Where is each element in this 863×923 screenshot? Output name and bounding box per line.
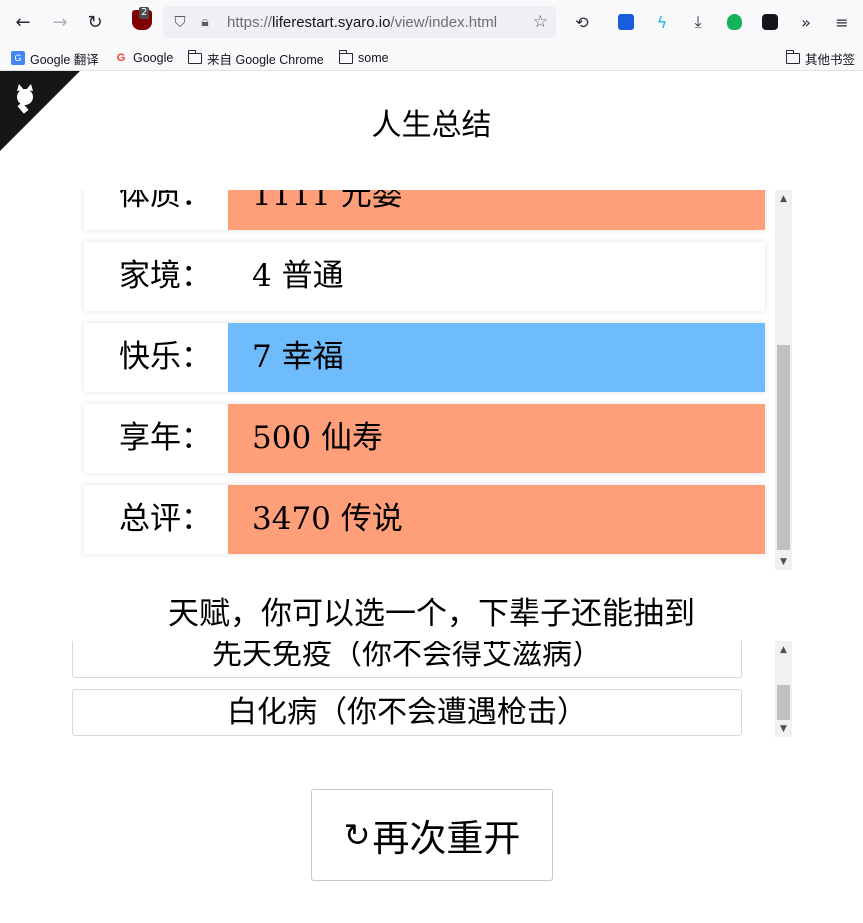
url-host: liferestart.syaro.io: [272, 13, 391, 31]
summary-label: 家境：: [119, 258, 212, 294]
summary-panel[interactable]: 体质： 1111 元婴 家境： 4 普通 快乐： 7 幸福 享年： 500 仙寿…: [80, 190, 792, 570]
summary-value: 3470 传说: [228, 485, 765, 554]
summary-row-overall: 总评： 3470 传说: [84, 485, 765, 554]
talent-list[interactable]: 先天免疫（你不会得艾滋病） 白化病（你不会遭遇枪击）: [72, 641, 792, 737]
bookmark-folder-some[interactable]: some: [339, 48, 389, 68]
restart-button[interactable]: ↻ 再次重开: [311, 789, 553, 881]
scrollbar-thumb[interactable]: [777, 345, 790, 550]
back-icon[interactable]: ←: [8, 7, 38, 37]
talent-item[interactable]: 先天免疫（你不会得艾滋病）: [72, 641, 742, 678]
url-text[interactable]: https://liferestart.syaro.io/view/index.…: [227, 14, 497, 31]
ublock-badge: 2: [139, 7, 150, 19]
google-translate-icon: G: [10, 50, 26, 66]
bookmark-star-icon[interactable]: ☆: [533, 12, 548, 32]
lightning-icon[interactable]: ϟ: [646, 7, 678, 37]
browser-toolbar: ← → ↻ 2 ⛉ 🔒︎ https://liferestart.syaro.i…: [0, 0, 863, 44]
bookmark-label: 来自 Google Chrome: [207, 52, 324, 67]
summary-row-family: 家境： 4 普通: [84, 242, 765, 311]
reload-icon[interactable]: ↻: [80, 7, 110, 37]
scrollbar-thumb[interactable]: [777, 685, 790, 720]
tracking-shield-icon[interactable]: ⛉: [171, 13, 189, 31]
summary-label: 体质：: [119, 190, 212, 213]
restart-label: 再次重开: [372, 817, 521, 860]
scroll-up-icon[interactable]: ▲: [775, 641, 792, 658]
summary-value: 4 普通: [228, 242, 765, 311]
address-bar[interactable]: ⛉ 🔒︎ https://liferestart.syaro.io/view/i…: [163, 6, 556, 38]
summary-row-lifespan: 享年： 500 仙寿: [84, 404, 765, 473]
evernote-icon[interactable]: [718, 7, 750, 37]
overflow-chevron-icon[interactable]: »: [790, 7, 822, 37]
folder-icon: [339, 49, 353, 64]
bookmark-google[interactable]: G Google: [113, 48, 174, 68]
bookmarks-bar: G Google 翻译 G Google 来自 Google Chrome so…: [0, 44, 863, 71]
bookmark-google-translate[interactable]: G Google 翻译: [10, 48, 99, 68]
summary-value: 7 幸福: [228, 323, 765, 392]
scroll-down-icon[interactable]: ▼: [775, 720, 792, 737]
summary-row-constitution: 体质： 1111 元婴: [84, 190, 765, 230]
talent-item[interactable]: 白化病（你不会遭遇枪击）: [72, 689, 742, 736]
extension-icon[interactable]: [754, 7, 786, 37]
talent-heading: 天赋，你可以选一个，下辈子还能抽到: [168, 596, 695, 632]
other-bookmarks-label: 其他书签: [805, 52, 856, 67]
scroll-up-icon[interactable]: ▲: [775, 190, 792, 207]
download-icon[interactable]: ⤓: [682, 7, 714, 37]
page-title: 人生总结: [371, 108, 492, 143]
talent-scrollbar[interactable]: ▲ ▼: [775, 641, 792, 737]
summary-value: 500 仙寿: [228, 404, 765, 473]
bookmark-folder-chrome[interactable]: 来自 Google Chrome: [188, 48, 324, 68]
scroll-down-icon[interactable]: ▼: [775, 553, 792, 570]
bookmark-label: Google: [133, 51, 174, 65]
summary-list: 体质： 1111 元婴 家境： 4 普通 快乐： 7 幸福 享年： 500 仙寿…: [80, 190, 775, 566]
summary-scrollbar[interactable]: ▲ ▼: [775, 190, 792, 570]
google-icon: G: [116, 52, 126, 64]
summary-value: 1111 元婴: [228, 190, 765, 230]
summary-row-happiness: 快乐： 7 幸福: [84, 323, 765, 392]
other-bookmarks[interactable]: 其他书签: [786, 48, 855, 68]
summary-label: 总评：: [119, 501, 212, 537]
toolbar-icons: ⟲ ϟ ⤓ » ≡: [566, 7, 862, 37]
folder-icon: [188, 49, 202, 64]
url-path: /view/index.html: [390, 13, 498, 31]
summary-label: 享年：: [119, 420, 212, 456]
restart-icon: ↻: [343, 816, 371, 854]
forward-icon[interactable]: →: [45, 7, 75, 37]
url-prefix: https://: [227, 13, 273, 31]
lock-icon[interactable]: 🔒︎: [197, 14, 213, 30]
bookmark-label: Google 翻译: [30, 52, 99, 67]
folder-icon: [786, 49, 800, 64]
history-icon[interactable]: ⟲: [566, 7, 598, 37]
menu-icon[interactable]: ≡: [826, 7, 858, 37]
summary-label: 快乐：: [119, 339, 212, 375]
bookmark-label: some: [358, 51, 389, 65]
bitwarden-icon[interactable]: [610, 7, 642, 37]
